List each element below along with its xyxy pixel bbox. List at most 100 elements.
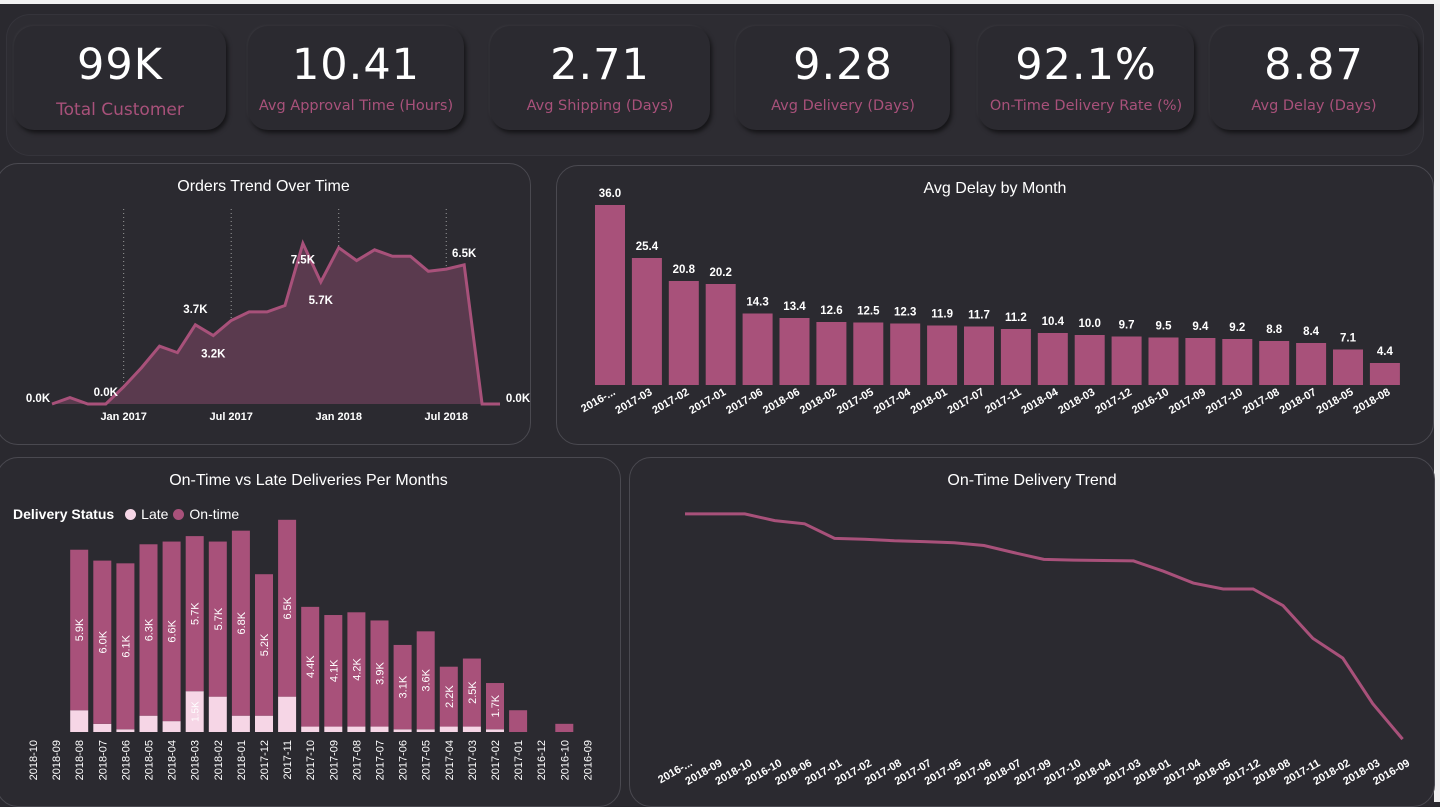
- data-label: 10.0: [1079, 318, 1101, 330]
- x-tick-label: 2017-01: [687, 386, 728, 417]
- bar: [927, 325, 958, 385]
- x-tick-label: 2016-10: [559, 740, 571, 780]
- data-label: 9.7: [1119, 320, 1135, 332]
- bar-late: [347, 726, 366, 732]
- area-fill: [52, 243, 500, 404]
- bar-late: [462, 726, 481, 732]
- data-label: 0.0K: [94, 387, 119, 399]
- bar-late: [162, 721, 181, 732]
- bar: [631, 258, 662, 385]
- orders-trend-chart: Jan 2017 Jul 2017 Jan 2018 Jul 2018 0.0K 0.0K…: [26, 209, 530, 423]
- bar-late: [486, 729, 504, 732]
- kpi-label: On-Time Delivery Rate (%): [989, 98, 1183, 114]
- bar: [668, 281, 699, 385]
- x-tick-label: 2018-06: [761, 386, 802, 417]
- data-label: 9.2: [1229, 322, 1245, 334]
- x-tick-label: 2017-10: [305, 740, 317, 780]
- data-label: 6.1K: [120, 634, 132, 657]
- bar-late: [231, 715, 250, 732]
- x-tick-label: 2017-08: [1241, 386, 1282, 417]
- data-label: 4.4: [1377, 346, 1394, 358]
- x-tick-label: 2018-10: [28, 740, 40, 780]
- kpi-label: Avg Delivery (Days): [771, 98, 915, 114]
- x-tick-label: 2018-03: [190, 740, 202, 780]
- kpi-label: Avg Approval Time (Hours): [258, 98, 454, 114]
- bar-late: [70, 710, 89, 732]
- x-tick-label: 2017-03: [613, 386, 654, 417]
- kpi-label: Avg Shipping (Days): [526, 98, 674, 114]
- data-label: 5.7K: [213, 607, 225, 630]
- x-tick-label: 2016-09: [582, 740, 594, 780]
- x-tick-label: 2018-09: [51, 740, 63, 780]
- x-tick-label: 2016-10: [1130, 386, 1171, 417]
- data-label: 0.0K: [26, 393, 51, 405]
- ontime-vs-late-panel: On-Time vs Late Deliveries Per Months De…: [0, 457, 621, 807]
- data-label: 5.2K: [259, 633, 271, 656]
- ontime-vs-late-chart: 2018-10 2018-09 5.9K 2018-08 6.0K 2018-07 6.1K…: [28, 519, 594, 780]
- kpi-value: 8.87: [1264, 40, 1364, 90]
- bar-ontime: [555, 723, 574, 732]
- data-label: 4.2K: [351, 657, 363, 680]
- x-tick-label: 2018-08: [74, 740, 86, 780]
- orders-trend-panel: Orders Trend Over Time Jan 2017 Jul 2017 J…: [0, 163, 531, 445]
- data-label: 20.8: [673, 264, 696, 276]
- x-tick-label: 2017-06: [724, 386, 765, 417]
- kpi-card-total-customer: 99K Total Customer: [14, 26, 226, 130]
- bar-late: [139, 715, 158, 732]
- x-tick-label: Jul 2017: [209, 411, 252, 423]
- bar-late: [255, 715, 273, 732]
- data-label: 20.2: [710, 267, 732, 279]
- data-label: 11.2: [1005, 312, 1027, 324]
- x-tick-label: 2017-02: [650, 386, 691, 417]
- x-tick-label: 2018-06: [120, 740, 132, 780]
- kpi-value: 2.71: [550, 40, 650, 90]
- bar-late: [416, 729, 435, 732]
- data-label: 1.7K: [490, 694, 502, 717]
- data-label: 3.7K: [183, 304, 208, 316]
- data-label: 7.5K: [291, 254, 316, 266]
- x-tick-label: 2018-03: [1056, 386, 1097, 417]
- kpi-value: 92.1%: [1015, 40, 1157, 90]
- bar: [1222, 339, 1253, 385]
- bar-late: [301, 726, 320, 732]
- bar: [816, 322, 847, 385]
- x-tick-label: Jan 2018: [315, 411, 361, 423]
- x-tick-label: 2018-04: [1019, 386, 1061, 417]
- data-label: 3.1K: [398, 675, 410, 698]
- data-label: 14.3: [746, 297, 768, 309]
- data-label: 3.6K: [421, 668, 433, 691]
- data-label: 4.1K: [328, 659, 340, 682]
- x-tick-label: 2018-07: [97, 740, 109, 780]
- data-label: 1.5K: [191, 701, 202, 722]
- x-tick-label: 2016-...: [579, 386, 617, 415]
- x-tick-label: Jan 2017: [100, 411, 146, 423]
- bar: [742, 313, 773, 385]
- x-tick-label: 2017-03: [467, 740, 479, 780]
- avg-delay-chart: 36.0 2016-... 25.4 2017-03 20.8 2017-02 20.2 20…: [579, 188, 1400, 417]
- data-label: 5.9K: [74, 618, 86, 641]
- bar-ontime: [509, 710, 528, 732]
- kpi-value: 9.28: [793, 40, 893, 90]
- bar-late: [439, 726, 458, 732]
- x-tick-label: 2018-08: [1351, 386, 1392, 417]
- bar-late: [324, 726, 343, 732]
- x-tick-label: 2017-12: [259, 740, 271, 780]
- x-tick-label: 2016-12: [536, 740, 548, 780]
- x-tick-label: 2017-06: [398, 740, 410, 780]
- data-label: 3.2K: [201, 348, 226, 360]
- bar-late: [278, 696, 297, 732]
- kpi-label: Total Customer: [56, 100, 184, 120]
- x-tick-label: 2017-01: [513, 740, 525, 780]
- bar: [1185, 338, 1216, 385]
- x-tick-label: 2017-09: [328, 740, 340, 780]
- x-tick-label: 2018-02: [798, 386, 839, 417]
- bar: [890, 323, 921, 385]
- bar: [1148, 337, 1179, 385]
- kpi-label: Avg Delay (Days): [1251, 98, 1377, 114]
- x-tick-label: 2017-10: [1204, 386, 1245, 417]
- data-label: 12.6: [820, 305, 842, 317]
- bar: [1333, 349, 1363, 385]
- x-tick-label: 2018-07: [1278, 386, 1319, 417]
- data-label: 10.4: [1042, 316, 1065, 328]
- x-tick-label: Jul 2018: [425, 411, 468, 423]
